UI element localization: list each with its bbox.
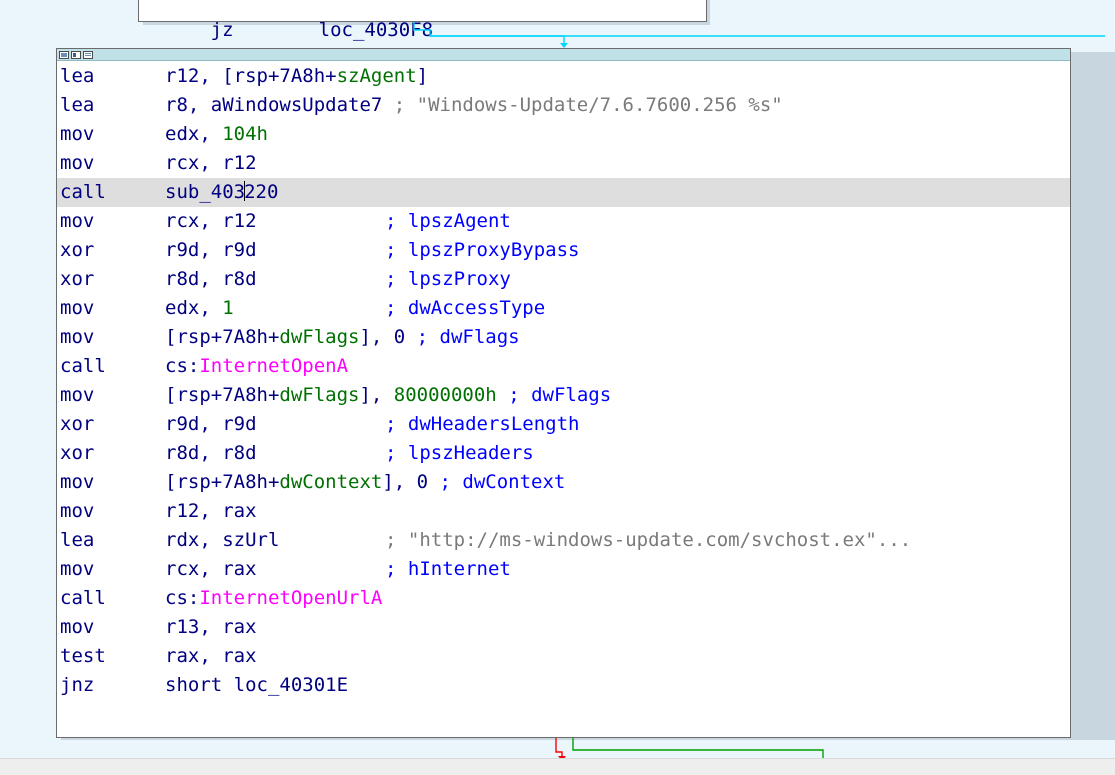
graph-canvas[interactable]: jz loc_4030F8 lea r12, [rsp+7A8h+szAgent] l… [0, 0, 1115, 775]
horizontal-strip [0, 758, 1115, 775]
incoming-edge [430, 35, 565, 44]
control-flow-edges [413, 22, 1105, 761]
true-branch-edge [413, 22, 1105, 37]
incoming-arrow-icon [560, 43, 568, 48]
jump-edge [572, 738, 824, 760]
false-branch-edge [555, 738, 563, 757]
